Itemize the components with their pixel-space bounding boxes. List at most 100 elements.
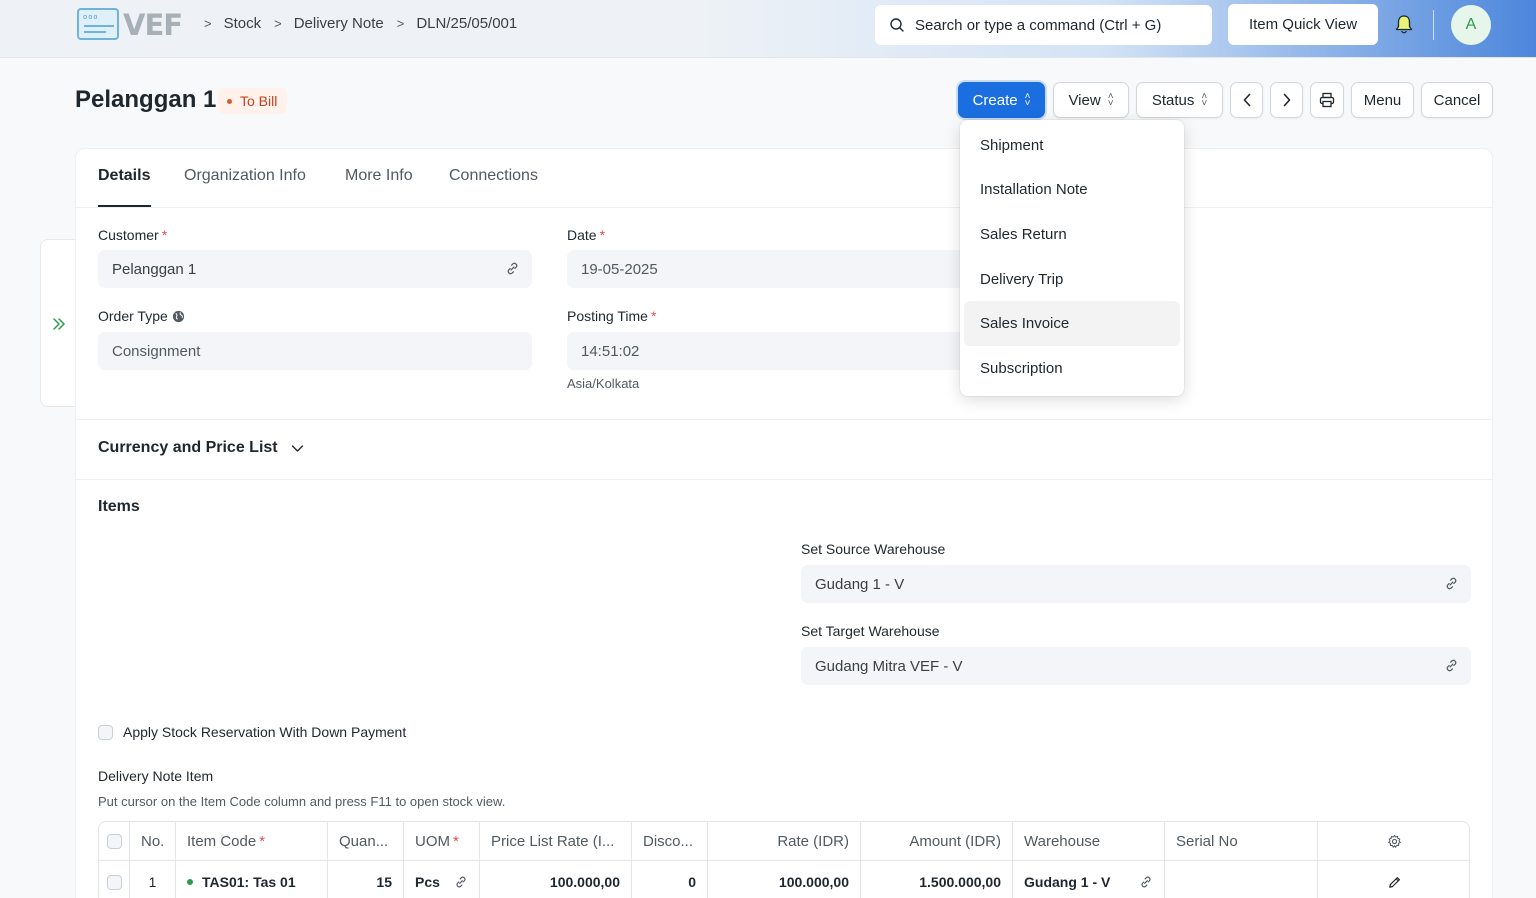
- row-select-cell: [99, 861, 130, 898]
- pencil-icon[interactable]: [1387, 875, 1402, 890]
- breadcrumb-stock[interactable]: Stock: [224, 15, 262, 32]
- chevron-left-icon: [1243, 93, 1250, 107]
- globe-icon: [172, 310, 184, 322]
- customer-value: Pelanggan 1: [112, 260, 197, 278]
- posting-time-label: Posting Time *: [567, 308, 657, 324]
- sidebar-toggle[interactable]: [40, 239, 76, 407]
- apply-reservation-checkbox[interactable]: [98, 725, 113, 740]
- app-logo[interactable]: ooo VEF: [77, 8, 187, 42]
- menu-item-sales-invoice[interactable]: Sales Invoice: [964, 301, 1180, 346]
- row-serial-no[interactable]: [1165, 861, 1318, 898]
- row-select-checkbox[interactable]: [106, 874, 122, 890]
- menu-item-subscription[interactable]: Subscription: [964, 346, 1180, 391]
- posting-time-field[interactable]: 14:51:02: [567, 332, 967, 370]
- row-no: 1: [130, 861, 176, 898]
- target-warehouse-field[interactable]: Gudang Mitra VEF - V: [801, 647, 1471, 685]
- row-discount[interactable]: 0: [632, 861, 708, 898]
- col-header-rate[interactable]: Rate (IDR): [708, 822, 861, 860]
- customer-field[interactable]: Pelanggan 1: [98, 250, 532, 288]
- status-label: To Bill: [240, 93, 278, 109]
- link-icon[interactable]: [454, 875, 468, 889]
- chevron-down-icon: [291, 444, 303, 452]
- row-item-code[interactable]: TAS01: Tas 01: [176, 861, 328, 898]
- row-uom[interactable]: Pcs: [404, 861, 480, 898]
- select-all-checkbox[interactable]: [106, 833, 122, 849]
- create-button[interactable]: Create ˄ ˅: [958, 82, 1045, 118]
- double-chevron-right-icon: [53, 318, 65, 330]
- printer-icon: [1319, 92, 1335, 108]
- search-placeholder: Search or type a command (Ctrl + G): [915, 16, 1162, 34]
- gear-icon[interactable]: [1387, 834, 1402, 849]
- status-button-label: Status: [1151, 91, 1195, 109]
- items-section-title: Items: [98, 498, 140, 515]
- create-dropdown-menu: Shipment Installation Note Sales Return …: [960, 120, 1184, 396]
- col-header-discount[interactable]: Disco...: [632, 822, 708, 860]
- avatar[interactable]: A: [1451, 5, 1491, 45]
- cancel-button[interactable]: Cancel: [1421, 82, 1493, 118]
- col-header-quantity[interactable]: Quan...: [328, 822, 404, 860]
- menu-item-delivery-trip[interactable]: Delivery Trip: [964, 257, 1180, 302]
- apply-reservation-label: Apply Stock Reservation With Down Paymen…: [123, 724, 407, 740]
- section-divider: [76, 479, 1492, 480]
- col-header-amount[interactable]: Amount (IDR): [861, 822, 1013, 860]
- menu-item-installation-note[interactable]: Installation Note: [964, 168, 1180, 213]
- currency-section-header[interactable]: Currency and Price List: [98, 439, 304, 457]
- col-header-price-list-rate[interactable]: Price List Rate (I...: [480, 822, 632, 860]
- navbar-divider: [1433, 10, 1434, 40]
- source-warehouse-label: Set Source Warehouse: [801, 541, 946, 557]
- col-header-uom[interactable]: UOM *: [404, 822, 480, 860]
- bell-icon[interactable]: [1394, 14, 1414, 36]
- logo-text: VEF: [123, 8, 183, 42]
- table-row[interactable]: 1 TAS01: Tas 01 15 Pcs 100.000,00 0 100.…: [99, 861, 1469, 898]
- logo-window-icon: ooo: [77, 8, 119, 40]
- row-amount[interactable]: 1.500.000,00: [861, 861, 1013, 898]
- tab-organization-info[interactable]: Organization Info: [184, 167, 306, 185]
- view-button[interactable]: View ˄ ˅: [1053, 82, 1129, 118]
- tab-more-info[interactable]: More Info: [345, 167, 413, 185]
- column-settings-cell: [1318, 822, 1469, 860]
- next-button[interactable]: [1270, 82, 1303, 118]
- item-status-dot: [187, 879, 193, 885]
- order-type-label: Order Type: [98, 308, 185, 324]
- col-header-no: No.: [130, 822, 176, 860]
- tab-connections[interactable]: Connections: [449, 167, 538, 185]
- section-divider: [76, 419, 1492, 420]
- row-quantity[interactable]: 15: [328, 861, 404, 898]
- select-all-cell: [99, 822, 130, 860]
- form-card: Details Organization Info More Info Conn…: [75, 148, 1493, 898]
- menu-button[interactable]: Menu: [1351, 82, 1414, 118]
- col-header-item-code[interactable]: Item Code *: [176, 822, 328, 860]
- status-button[interactable]: Status ˄ ˅: [1136, 82, 1223, 118]
- source-warehouse-field[interactable]: Gudang 1 - V: [801, 565, 1471, 603]
- link-icon[interactable]: [505, 261, 520, 276]
- search-input[interactable]: Search or type a command (Ctrl + G): [875, 5, 1212, 45]
- chevron-right-icon: >: [396, 16, 405, 31]
- menu-item-shipment[interactable]: Shipment: [964, 123, 1180, 168]
- row-rate[interactable]: 100.000,00: [708, 861, 861, 898]
- print-button[interactable]: [1310, 82, 1344, 118]
- timezone-text: Asia/Kolkata: [567, 376, 640, 391]
- col-header-serial-no[interactable]: Serial No: [1165, 822, 1318, 860]
- link-icon[interactable]: [1444, 658, 1459, 673]
- order-type-value: Consignment: [112, 342, 201, 360]
- link-icon[interactable]: [1139, 875, 1153, 889]
- breadcrumb-delivery-note[interactable]: Delivery Note: [294, 15, 384, 32]
- create-button-label: Create: [972, 91, 1018, 109]
- date-value: 19-05-2025: [581, 260, 658, 278]
- item-quick-view-button[interactable]: Item Quick View: [1228, 4, 1378, 45]
- table-header: No. Item Code * Quan... UOM * Price List R…: [99, 822, 1469, 861]
- delivery-note-item-hint: Put cursor on the Item Code column and p…: [98, 794, 506, 809]
- chevron-right-icon: [1283, 93, 1290, 107]
- order-type-field[interactable]: Consignment: [98, 332, 532, 370]
- search-icon: [890, 18, 904, 32]
- row-price-list-rate[interactable]: 100.000,00: [480, 861, 632, 898]
- date-field[interactable]: 19-05-2025: [567, 250, 967, 288]
- tab-details[interactable]: Details: [98, 167, 150, 185]
- menu-item-sales-return[interactable]: Sales Return: [964, 212, 1180, 257]
- col-header-warehouse[interactable]: Warehouse: [1013, 822, 1165, 860]
- breadcrumb-document[interactable]: DLN/25/05/001: [416, 15, 517, 32]
- delivery-note-item-label: Delivery Note Item: [98, 768, 214, 784]
- link-icon[interactable]: [1444, 576, 1459, 591]
- previous-button[interactable]: [1230, 82, 1263, 118]
- row-warehouse[interactable]: Gudang 1 - V: [1013, 861, 1165, 898]
